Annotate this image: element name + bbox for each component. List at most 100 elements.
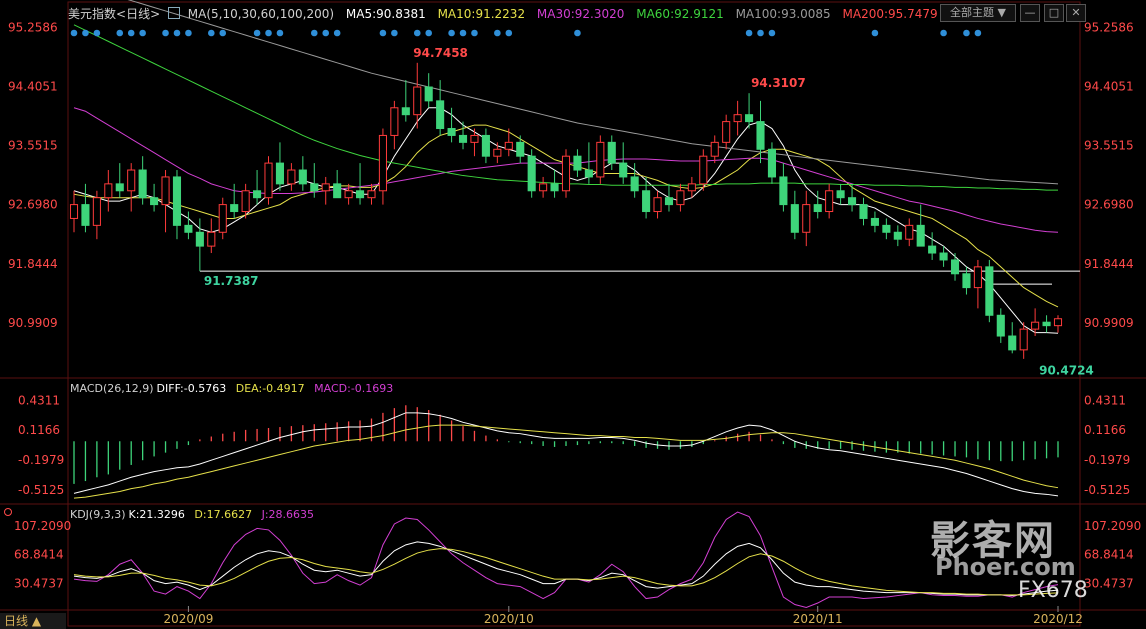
period-label[interactable]: <日线> [116, 7, 160, 21]
candle-body [813, 204, 822, 213]
macd-tick-left: 0.1166 [18, 423, 60, 437]
d-value: D:17.6627 [194, 508, 253, 521]
event-dot [391, 29, 398, 37]
candle-body [310, 183, 319, 192]
candle-body [939, 252, 948, 261]
theme-dropdown[interactable]: 全部主题 ▼ [940, 4, 1016, 22]
kdj-tick-left: 30.4737 [14, 576, 64, 590]
price-annotation: 94.7458 [413, 46, 468, 60]
price-annotation: 90.4724 [1039, 364, 1094, 378]
event-dot [265, 29, 272, 37]
kdj-settings-icon[interactable] [4, 508, 12, 516]
ma100-value: MA100:93.0085 [735, 7, 831, 21]
candle-body [436, 100, 445, 130]
macd-dea-line [73, 424, 1059, 499]
event-dot [70, 29, 78, 37]
price-tick-right: 94.4051 [1084, 80, 1134, 94]
candle-body [161, 176, 170, 206]
candle-body [424, 86, 433, 102]
event-dot [574, 29, 581, 37]
candle-body [333, 183, 342, 199]
candle-body [527, 155, 536, 192]
event-dot [185, 29, 192, 37]
candle-body [413, 86, 422, 116]
macd-diff-line [73, 412, 1059, 497]
candle-body [733, 114, 742, 123]
candle-body [92, 197, 101, 226]
ma60-value: MA60:92.9121 [636, 7, 724, 21]
event-dot [871, 29, 879, 37]
price-annotation: 91.7387 [204, 274, 259, 288]
candle-body [779, 176, 788, 206]
kdj-d-line [73, 548, 1059, 596]
event-dot [162, 29, 169, 37]
macd-tick-right: 0.1166 [1084, 423, 1126, 437]
macd-label: MACD(26,12,9) [70, 382, 154, 395]
x-tick-label: 2020/11 [793, 612, 843, 626]
macd-tick-right: -0.1979 [1084, 453, 1130, 467]
candle-body [882, 224, 891, 233]
candle-body [241, 190, 250, 213]
theme-dropdown-label: 全部主题 [950, 6, 995, 19]
candle-body [230, 204, 239, 213]
candle-body [756, 121, 765, 150]
event-dot [448, 29, 455, 37]
period-switch-button[interactable]: 日线 ▲ [0, 613, 66, 629]
candle-body [767, 148, 777, 178]
candle-body [607, 141, 616, 164]
candle-body [344, 190, 353, 199]
candle-body [195, 231, 204, 247]
event-dot [413, 29, 421, 37]
kdj-j-line [73, 511, 1059, 609]
candle-body [458, 134, 468, 143]
candle-body [253, 190, 262, 199]
price-tick-left: 92.6980 [8, 198, 58, 212]
candle-body [699, 155, 708, 185]
event-dot [425, 29, 432, 37]
x-tick-label: 2020/09 [163, 612, 213, 626]
candle-body [81, 204, 90, 226]
x-tick-label: 2020/10 [484, 612, 534, 626]
candle-body [264, 162, 273, 199]
candle-body [642, 190, 651, 213]
event-dot [379, 29, 387, 37]
price-annotation: 94.3107 [751, 76, 806, 90]
candle-body [859, 204, 868, 219]
candle-body [836, 190, 845, 199]
price-tick-left: 94.4051 [8, 80, 58, 94]
candle-body [905, 224, 914, 240]
candle-body [653, 197, 662, 213]
ma-toggle-icon[interactable] [167, 7, 180, 19]
candle-body [596, 141, 605, 178]
kdj-k-line [73, 541, 1059, 597]
candle-body [481, 134, 490, 157]
candle-body [573, 155, 582, 171]
macd-tick-left: -0.5125 [18, 483, 64, 497]
price-tick-left: 91.8444 [8, 257, 58, 271]
candle-body [996, 314, 1005, 337]
price-tick-left: 90.9909 [8, 316, 58, 330]
price-tick-left: 95.2586 [8, 21, 58, 35]
price-tick-right: 92.6980 [1084, 198, 1134, 212]
close-button[interactable]: ✕ [1066, 4, 1086, 22]
candle-body [664, 197, 674, 206]
candle-body [962, 273, 971, 289]
candle-body [138, 169, 147, 199]
macd-tick-left: -0.1979 [18, 453, 64, 467]
kdj-tick-left: 107.2090 [14, 519, 71, 533]
event-dot [127, 29, 135, 37]
candle-body [287, 169, 296, 185]
macd-tick-right: 0.4311 [1084, 393, 1126, 407]
macd-tick-right: -0.5125 [1084, 483, 1130, 497]
candle-body [676, 190, 685, 206]
maximize-button[interactable]: □ [1044, 4, 1064, 22]
kdj-label: KDJ(9,3,3) [70, 508, 126, 521]
candle-body [115, 183, 124, 192]
symbol-name: 美元指数 [68, 7, 117, 21]
candle-body [298, 169, 307, 185]
minimize-button[interactable]: — [1020, 4, 1040, 22]
event-dot [505, 29, 513, 37]
candle-body [401, 107, 410, 116]
candle-body [1031, 321, 1040, 330]
candle-body [184, 224, 193, 233]
